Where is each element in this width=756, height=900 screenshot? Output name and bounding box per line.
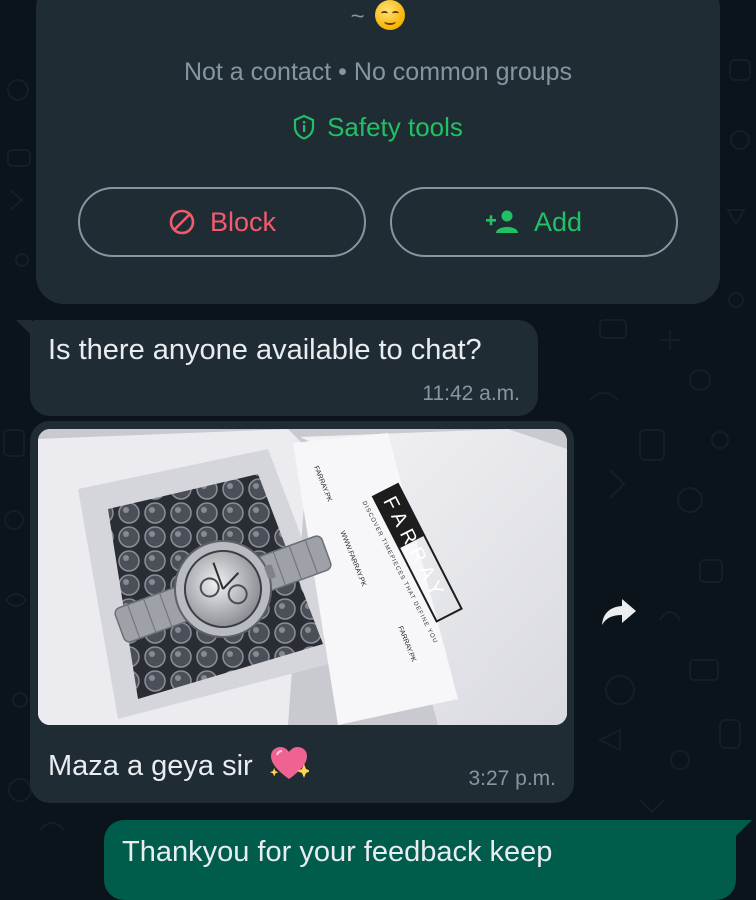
- message-time: 3:27 p.m.: [468, 767, 556, 790]
- smiling-face-emoji-icon: [375, 0, 406, 30]
- message-photo[interactable]: FARRAY DISCOVER TIMEPIECES THAT DEFINE Y…: [38, 429, 567, 725]
- add-button-label: Add: [533, 206, 583, 237]
- message-text: Thankyou for your feedback keep: [122, 836, 553, 868]
- sparkling-heart-emoji-icon: [269, 747, 309, 779]
- contact-name: ~: [36, 0, 720, 31]
- caption-text: Maza a geya sir: [48, 750, 253, 782]
- photo-caption: Maza a geya sir: [48, 745, 309, 783]
- incoming-image-message[interactable]: FARRAY DISCOVER TIMEPIECES THAT DEFINE Y…: [30, 421, 574, 803]
- add-contact-button[interactable]: Add: [390, 187, 678, 257]
- incoming-message[interactable]: Is there anyone available to chat? 11:42…: [16, 320, 538, 416]
- message-time: 11:42 a.m.: [422, 382, 520, 405]
- shield-icon: [293, 114, 315, 140]
- contact-name-prefix: ~: [350, 3, 365, 30]
- block-button[interactable]: Block: [78, 187, 366, 257]
- safety-tools-label: Safety tools: [327, 112, 463, 142]
- contact-status-text: Not a contact • No common groups: [183, 58, 573, 86]
- outgoing-message[interactable]: Thankyou for your feedback keep: [104, 820, 752, 900]
- block-button-label: Block: [209, 206, 277, 237]
- safety-tools-link[interactable]: Safety tools: [36, 112, 720, 143]
- block-icon: [169, 209, 195, 235]
- bubble-tail: [734, 820, 752, 838]
- bubble-tail: [16, 320, 32, 336]
- add-person-icon: [485, 210, 518, 233]
- forward-icon: [602, 599, 636, 625]
- contact-info-card: ~ Not a contact • No common groups Safet…: [36, 0, 720, 304]
- watch-box-photo: FARRAY DISCOVER TIMEPIECES THAT DEFINE Y…: [38, 429, 567, 725]
- message-text: Is there anyone available to chat?: [48, 334, 482, 366]
- forward-button[interactable]: [598, 594, 640, 630]
